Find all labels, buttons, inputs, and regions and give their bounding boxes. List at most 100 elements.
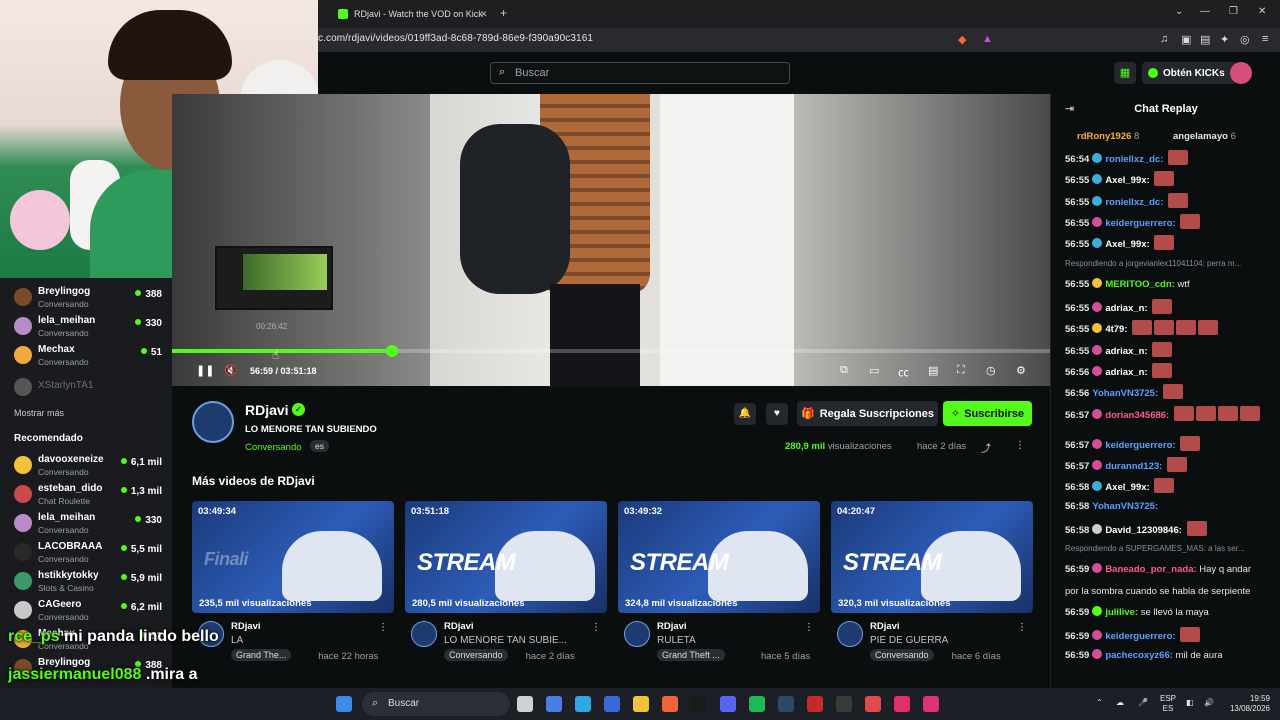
discord-icon[interactable]: [720, 696, 736, 712]
minimize-button[interactable]: —: [1200, 6, 1210, 17]
card-category-tag[interactable]: Conversando: [870, 649, 934, 661]
app-icon[interactable]: [865, 696, 881, 712]
channel-avatar[interactable]: [837, 621, 863, 647]
video-thumbnail[interactable]: STREAM 03:51:18 280,5 mil visualizaciones: [405, 501, 607, 613]
sidebar-item-following-offline[interactable]: XStarlynTA1: [14, 374, 164, 402]
tray-overflow-icon[interactable]: ⌃: [1096, 698, 1103, 708]
video-card[interactable]: Finali 03:49:34 235,5 mil visualizaciones R…: [192, 501, 394, 662]
app-icon[interactable]: [807, 696, 823, 712]
card-channel-name[interactable]: RDjavi: [657, 621, 687, 632]
channel-name[interactable]: RDjavi: [245, 402, 289, 418]
store-icon[interactable]: [604, 696, 620, 712]
video-thumbnail[interactable]: STREAM 04:20:47 320,3 mil visualizaciones: [831, 501, 1033, 613]
card-more-options-icon[interactable]: ⋮: [1017, 622, 1027, 633]
theater-mode-icon[interactable]: ▭: [869, 364, 879, 377]
chat-username[interactable]: 4t79:: [1105, 324, 1127, 335]
chat-username[interactable]: keiderguerrero:: [1105, 218, 1175, 229]
card-more-options-icon[interactable]: ⋮: [378, 622, 388, 633]
video-thumbnail[interactable]: Finali 03:49:34 235,5 mil visualizaciones: [192, 501, 394, 613]
chat-username[interactable]: keiderguerrero:: [1105, 631, 1175, 642]
search-input[interactable]: ⌕ Buscar: [490, 62, 790, 84]
brave-icon[interactable]: [662, 696, 678, 712]
chat-username[interactable]: Axel_99x:: [1105, 239, 1149, 250]
notification-bell-icon[interactable]: 🔔: [734, 403, 756, 425]
maximize-button[interactable]: ❐: [1229, 6, 1238, 17]
card-channel-name[interactable]: RDjavi: [444, 621, 474, 632]
close-window-button[interactable]: ✕: [1258, 6, 1266, 17]
sidebar-item-recommended[interactable]: davooxeneize Conversando 6,1 mil: [14, 452, 164, 480]
vpn-icon[interactable]: ◎: [1240, 33, 1250, 46]
fullscreen-icon[interactable]: ⛶: [957, 364, 965, 377]
cloud-icon[interactable]: ☁: [1116, 698, 1124, 708]
follow-heart-icon[interactable]: ♥: [766, 403, 788, 425]
chat-username[interactable]: Axel_99x:: [1105, 175, 1149, 186]
chat-username[interactable]: YohanVN3725:: [1092, 388, 1158, 399]
sidebar-item-following[interactable]: Breylingog Conversando 388: [14, 284, 164, 312]
sidebar-item-recommended[interactable]: LACOBRAAA Conversando 5,5 mil: [14, 539, 164, 567]
task-view-icon[interactable]: [517, 696, 533, 712]
chat-username[interactable]: keiderguerrero:: [1105, 440, 1175, 451]
channel-avatar[interactable]: [192, 401, 234, 443]
card-category-tag[interactable]: Grand Theft ...: [657, 649, 725, 661]
card-category-tag[interactable]: Grand The...: [231, 649, 292, 661]
card-more-options-icon[interactable]: ⋮: [591, 622, 601, 633]
app-icon[interactable]: [691, 696, 707, 712]
wallet-icon[interactable]: ▤: [1200, 33, 1210, 46]
microphone-icon[interactable]: 🎤: [1138, 698, 1148, 708]
category-link[interactable]: Conversando: [245, 442, 302, 453]
more-options-icon[interactable]: ⋮: [1015, 440, 1025, 451]
speed-icon[interactable]: ◷: [986, 364, 996, 377]
chat-username[interactable]: YohanVN3725:: [1092, 501, 1158, 512]
card-video-title[interactable]: PIE DE GUERRA: [870, 635, 1010, 646]
rewards-icon[interactable]: ▲: [982, 33, 993, 45]
share-icon[interactable]: ⤴: [981, 440, 991, 455]
progress-bar[interactable]: [172, 345, 1050, 357]
card-channel-name[interactable]: RDjavi: [870, 621, 900, 632]
chat-username[interactable]: Axel_99x:: [1105, 482, 1149, 493]
mute-icon[interactable]: 🔇: [224, 364, 238, 377]
brave-shield-icon[interactable]: ◆: [958, 33, 966, 46]
user-avatar[interactable]: [1230, 62, 1252, 84]
settings-gear-icon[interactable]: ⚙: [1016, 364, 1026, 377]
video-thumbnail[interactable]: STREAM 03:49:32 324,8 mil visualizaciones: [618, 501, 820, 613]
chat-username[interactable]: MERITOO_cdn:: [1105, 279, 1175, 290]
menu-icon[interactable]: ≡: [1262, 33, 1268, 45]
clock[interactable]: 19:59 13/08/2026: [1222, 694, 1270, 714]
captions-icon[interactable]: ㏄: [898, 364, 909, 380]
channel-avatar[interactable]: [624, 621, 650, 647]
get-kicks-button[interactable]: Obtén KICKs: [1142, 62, 1238, 84]
browser-tab[interactable]: RDjavi - Watch the VOD on Kick ✕: [330, 4, 490, 24]
show-more-link[interactable]: Mostrar más: [14, 408, 64, 418]
language-tag[interactable]: es: [310, 440, 329, 452]
start-menu-icon[interactable]: [336, 696, 352, 712]
volume-icon[interactable]: 🔊: [1204, 698, 1214, 708]
widgets-icon[interactable]: [546, 696, 562, 712]
chat-username[interactable]: Baneado_por_nada:: [1105, 564, 1196, 575]
app-icon[interactable]: [836, 696, 852, 712]
sidebar-item-following[interactable]: Mechax Conversando 51: [14, 342, 164, 370]
video-player[interactable]: 00:26:42 ☝ ❚❚ 🔇 56:59 / 03:51:18 ⧉ ▭ ㏄ ▤…: [172, 94, 1050, 386]
taskbar-search[interactable]: ⌕ Buscar: [362, 692, 510, 716]
chat-username[interactable]: roniellxz_dc:: [1105, 154, 1163, 165]
card-video-title[interactable]: RULETA: [657, 635, 797, 646]
spotify-icon[interactable]: [749, 696, 765, 712]
card-video-title[interactable]: LO MENORE TAN SUBIE...: [444, 635, 584, 646]
network-icon[interactable]: ◧: [1186, 698, 1194, 708]
top-gifter[interactable]: rdRony1926 8: [1077, 131, 1139, 142]
tab-list-icon[interactable]: ⌄: [1175, 6, 1183, 17]
card-channel-name[interactable]: RDjavi: [231, 621, 261, 632]
language-indicator[interactable]: ESP ES: [1160, 694, 1176, 714]
new-tab-button[interactable]: +: [500, 6, 507, 20]
channel-avatar[interactable]: [411, 621, 437, 647]
picture-in-picture-icon[interactable]: ⧉: [840, 364, 848, 377]
video-card[interactable]: STREAM 04:20:47 320,3 mil visualizaciones R…: [831, 501, 1033, 662]
chat-username[interactable]: dorian345686:: [1105, 410, 1169, 421]
chat-username[interactable]: julilive:: [1105, 607, 1138, 618]
progress-handle[interactable]: [385, 345, 398, 357]
media-icon[interactable]: ♫: [1160, 33, 1168, 45]
chat-username[interactable]: durannd123:: [1105, 461, 1162, 472]
app-icon[interactable]: [894, 696, 910, 712]
chat-username[interactable]: adriax_n:: [1105, 367, 1147, 378]
edge-icon[interactable]: [575, 696, 591, 712]
sidebar-item-recommended[interactable]: CAGeero Conversando 6,2 mil: [14, 597, 164, 625]
